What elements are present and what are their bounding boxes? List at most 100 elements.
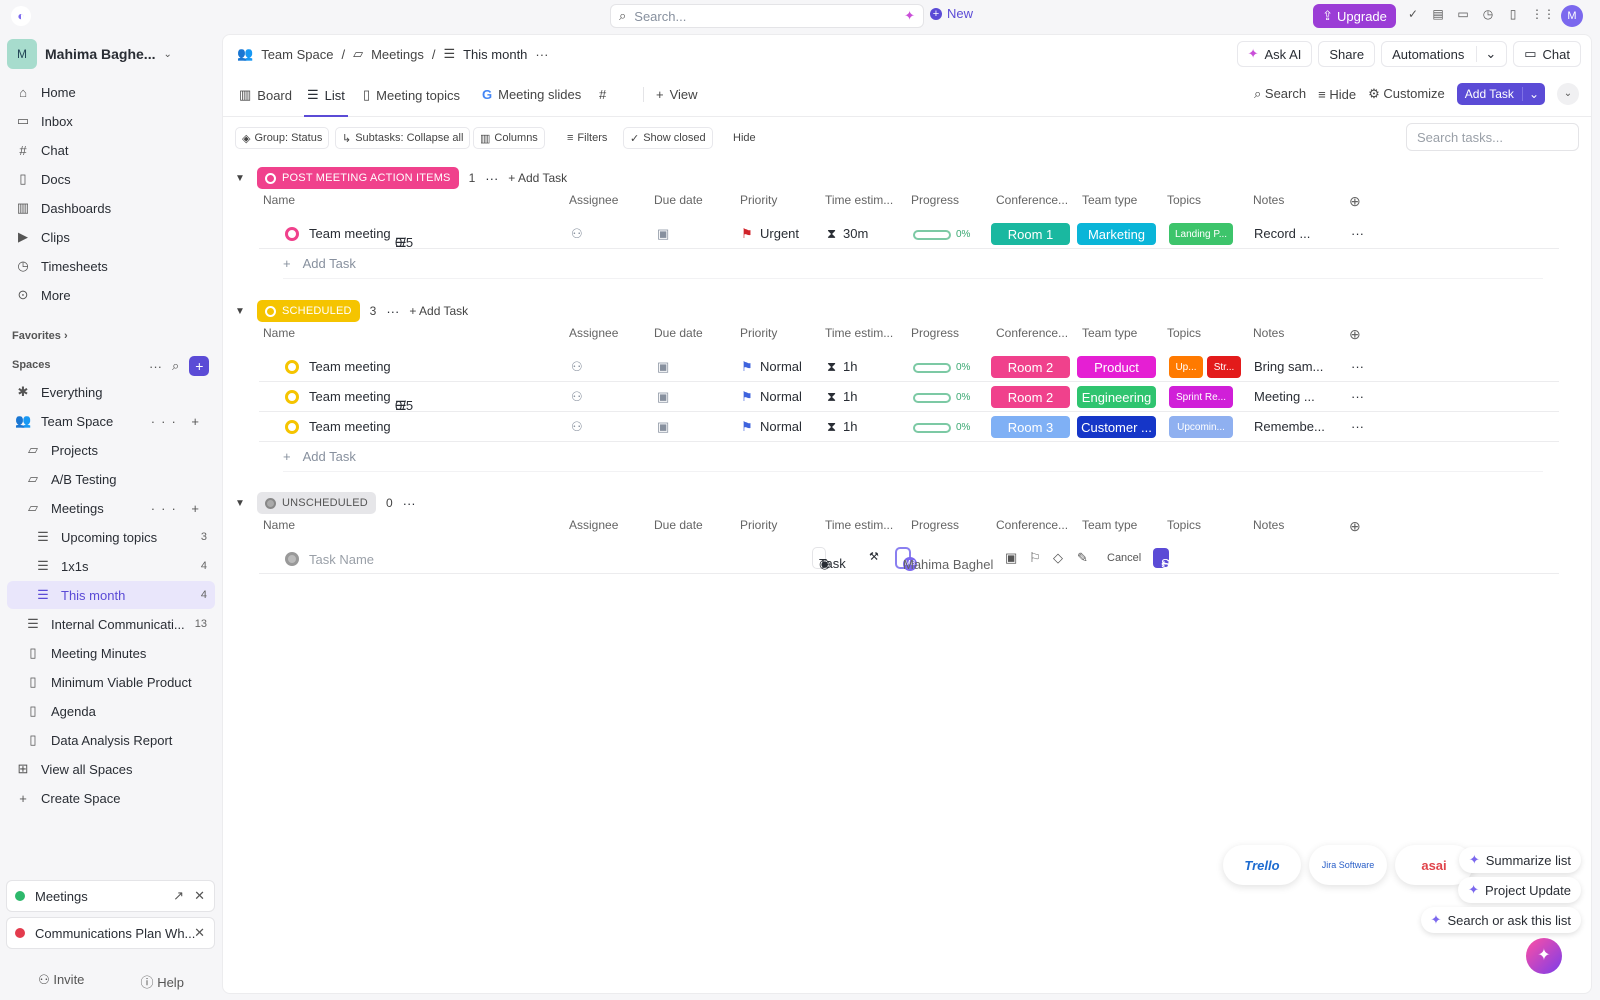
tab-list[interactable]: ☰ List — [304, 87, 348, 117]
add-column-icon[interactable]: ⊕ — [1349, 193, 1361, 210]
sidebar-item-everything[interactable]: ✱ Everything — [7, 378, 215, 406]
sidebar-item-clips[interactable]: ▶ Clips — [7, 223, 215, 251]
jira-logo[interactable]: Jira Software — [1309, 845, 1387, 885]
ai-assistant-fab[interactable]: ✦ — [1526, 938, 1562, 974]
group-add-task[interactable]: + Add Task — [508, 171, 567, 185]
notes-value[interactable]: Record ... — [1254, 226, 1310, 241]
group-by-chip[interactable]: ◈ Group: Status — [235, 127, 330, 149]
invite-button[interactable]: ⚇ Invite — [38, 972, 84, 991]
summarize-list-button[interactable]: ✦ Summarize list — [1458, 847, 1581, 873]
close-icon[interactable]: ✕ — [194, 925, 205, 941]
col-progress[interactable]: Progress — [911, 326, 959, 340]
task-name[interactable]: Team meeting — [309, 359, 391, 374]
assignee-chip[interactable]: MB Mahima Baghel — [895, 547, 993, 572]
sidebar-item-agenda[interactable]: ▯ Agenda — [7, 697, 215, 725]
sidebar-item-team-space[interactable]: 👥 Team Space ··· + — [7, 407, 215, 435]
group-add-task[interactable]: + Add Task — [409, 304, 468, 318]
col-conference[interactable]: Conference... — [996, 193, 1068, 207]
sidebar-item-chat[interactable]: # Chat — [7, 136, 215, 164]
sidebar-item-dashboards[interactable]: ▥ Dashboards — [7, 194, 215, 222]
item-actions[interactable]: ··· + — [151, 501, 205, 516]
sidebar-item-1x1s[interactable]: ☰ 1x1s 4 — [7, 552, 215, 580]
help-button[interactable]: ⓘ Help — [141, 972, 184, 991]
breadcrumb-this-month[interactable]: This month — [463, 47, 527, 62]
caret-down-icon[interactable]: ▼ — [235, 173, 247, 184]
col-team-type[interactable]: Team type — [1082, 518, 1137, 532]
assign-user-icon[interactable]: ⚇ — [571, 389, 583, 405]
subtasks-chip[interactable]: ↳ Subtasks: Collapse all — [335, 127, 471, 149]
tab-board[interactable]: ▥ Board — [239, 87, 292, 103]
open-arrow-icon[interactable]: ↗ — [173, 888, 184, 904]
status-circle-icon[interactable] — [285, 390, 299, 404]
col-time-estimate[interactable]: Time estim... — [825, 193, 893, 207]
show-closed-chip[interactable]: ✓ Show closed — [623, 127, 713, 149]
share-button[interactable]: Share — [1318, 41, 1376, 67]
notepad-icon[interactable]: ▤ — [1431, 7, 1445, 23]
col-notes[interactable]: Notes — [1253, 326, 1284, 340]
priority-value[interactable]: Normal — [760, 359, 802, 374]
priority-value[interactable]: Normal — [760, 389, 802, 404]
sidebar-item-projects[interactable]: ▱ Projects — [7, 436, 215, 464]
topic-tag[interactable]: Landing P... — [1169, 223, 1233, 245]
hide-button[interactable]: ≡ Hide — [1318, 87, 1356, 102]
ai-sparkle-icon[interactable]: ✦ — [904, 8, 915, 24]
assign-user-icon[interactable]: ⚇ — [571, 359, 583, 375]
col-name[interactable]: Name — [263, 326, 295, 340]
more-dots-icon[interactable]: ··· — [149, 359, 162, 374]
upgrade-button[interactable]: ⇪ Upgrade — [1313, 4, 1396, 28]
doc-icon[interactable]: ▯ — [1506, 7, 1520, 23]
col-due-date[interactable]: Due date — [654, 326, 703, 340]
col-team-type[interactable]: Team type — [1082, 193, 1137, 207]
col-assignee[interactable]: Assignee — [569, 518, 618, 532]
search-icon[interactable]: ⌕ — [172, 358, 179, 374]
row-more-icon[interactable]: ··· — [1351, 359, 1364, 374]
table-row[interactable]: Team meeting ⚇ ▣ ⚑ Normal ⧗ 1h 0% Room 3… — [259, 412, 1559, 442]
chat-button[interactable]: ▭ Chat — [1513, 41, 1581, 67]
sidebar-item-view-all-spaces[interactable]: ⊞ View all Spaces — [7, 755, 215, 783]
col-name[interactable]: Name — [263, 193, 295, 207]
sidebar-item-more[interactable]: ⊙ More — [7, 281, 215, 309]
conference-room-tag[interactable]: Room 3 — [991, 416, 1070, 438]
add-task-button[interactable]: Add Task ⌄ — [1456, 83, 1545, 105]
columns-chip[interactable]: ▥ Columns — [473, 127, 545, 149]
col-notes[interactable]: Notes — [1253, 518, 1284, 532]
sidebar-item-inbox[interactable]: ▭ Inbox — [7, 107, 215, 135]
magic-wand-icon[interactable]: ⚒ — [869, 550, 879, 563]
task-name[interactable]: Team meeting — [309, 419, 391, 434]
topic-tag[interactable]: Up... — [1169, 356, 1203, 378]
time-estimate-value[interactable]: 1h — [843, 419, 857, 434]
breadcrumb-meetings[interactable]: Meetings — [371, 47, 424, 62]
col-due-date[interactable]: Due date — [654, 193, 703, 207]
col-topics[interactable]: Topics — [1167, 518, 1201, 532]
new-button[interactable]: + New — [930, 6, 973, 21]
table-row[interactable]: Team meeting ⚇ ▣ ⚑ Normal ⧗ 1h 0% Room 2… — [259, 352, 1559, 382]
caret-down-icon[interactable]: ▼ — [235, 306, 247, 317]
sidebar-item-create-space[interactable]: + Create Space — [7, 784, 215, 812]
sidebar-item-timesheets[interactable]: ◷ Timesheets — [7, 252, 215, 280]
save-button[interactable]: Save ↵ — [1153, 548, 1191, 571]
trello-logo[interactable]: Trello — [1223, 845, 1301, 885]
tag-icon[interactable]: ◇ — [1053, 550, 1063, 566]
col-notes[interactable]: Notes — [1253, 193, 1284, 207]
more-dots-icon[interactable]: ··· — [386, 304, 399, 319]
col-topics[interactable]: Topics — [1167, 193, 1201, 207]
sidebar-item-docs[interactable]: ▯ Docs — [7, 165, 215, 193]
col-priority[interactable]: Priority — [740, 326, 777, 340]
sidebar-item-upcoming-topics[interactable]: ☰ Upcoming topics 3 — [7, 523, 215, 551]
col-due-date[interactable]: Due date — [654, 518, 703, 532]
priority-value[interactable]: Normal — [760, 419, 802, 434]
col-time-estimate[interactable]: Time estim... — [825, 518, 893, 532]
sidebar-item-home[interactable]: ⌂ Home — [7, 78, 215, 106]
conference-room-tag[interactable]: Room 2 — [991, 386, 1070, 408]
task-name[interactable]: Team meeting — [309, 226, 391, 241]
close-icon[interactable]: ✕ — [194, 888, 205, 904]
status-pill[interactable]: SCHEDULED — [257, 300, 360, 322]
add-column-icon[interactable]: ⊕ — [1349, 326, 1361, 343]
col-time-estimate[interactable]: Time estim... — [825, 326, 893, 340]
customize-button[interactable]: ⚙ Customize — [1368, 86, 1445, 102]
chevron-down-icon[interactable]: ⌄ — [1521, 87, 1545, 101]
col-name[interactable]: Name — [263, 518, 295, 532]
row-more-icon[interactable]: ··· — [1351, 419, 1364, 434]
conference-room-tag[interactable]: Room 2 — [991, 356, 1070, 378]
tab-meeting-topics[interactable]: ▯ Meeting topics — [363, 87, 460, 103]
